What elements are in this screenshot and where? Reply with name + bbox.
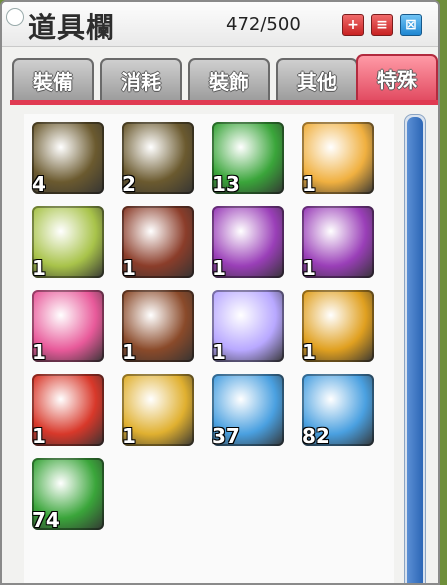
item-quantity: 1	[122, 424, 136, 448]
inventory-slot[interactable]: 1	[298, 202, 378, 282]
window-title: 道具欄	[28, 11, 116, 44]
item-quantity: 74	[32, 508, 60, 532]
grid-icon: ⊠	[405, 17, 417, 33]
inventory-slot[interactable]: 1	[298, 118, 378, 198]
inventory-slot[interactable]: 74	[28, 454, 108, 534]
item-quantity: 1	[122, 256, 136, 280]
item-quantity: 1	[302, 172, 316, 196]
item-quantity: 1	[302, 256, 316, 280]
title-bar[interactable]: 道具欄 472/500 + ≡ ⊠	[2, 2, 438, 47]
inventory-slot[interactable]: 1	[118, 202, 198, 282]
chat-bubble-icon	[6, 8, 24, 26]
item-quantity: 1	[32, 340, 46, 364]
plus-icon: +	[347, 17, 359, 33]
inventory-slot[interactable]: 4	[28, 118, 108, 198]
tab-consumable[interactable]: 消耗	[100, 58, 182, 100]
item-quantity: 13	[212, 172, 240, 196]
item-grid: 4 2 13 1 1 1 1 1 1 1 1 1 1 1 37 82 74	[24, 114, 394, 583]
item-quantity: 1	[122, 340, 136, 364]
item-quantity: 4	[32, 172, 46, 196]
tab-etc[interactable]: 其他	[276, 58, 358, 100]
item-quantity: 1	[212, 256, 226, 280]
inventory-slot[interactable]: 1	[28, 370, 108, 450]
inventory-slot[interactable]: 82	[298, 370, 378, 450]
inventory-slot[interactable]: 1	[208, 286, 288, 366]
scrollbar[interactable]	[404, 114, 426, 583]
inventory-slot[interactable]: 1	[298, 286, 378, 366]
item-count: 472/500	[226, 14, 301, 35]
tab-special[interactable]: 特殊	[356, 54, 438, 100]
inventory-slot[interactable]: 1	[208, 202, 288, 282]
inventory-slot[interactable]: 1	[28, 202, 108, 282]
item-quantity: 2	[122, 172, 136, 196]
item-quantity: 37	[212, 424, 240, 448]
inventory-slot[interactable]: 37	[208, 370, 288, 450]
inventory-slot[interactable]: 1	[28, 286, 108, 366]
tab-equipment[interactable]: 裝備	[12, 58, 94, 100]
item-quantity: 1	[32, 256, 46, 280]
grid-button[interactable]: ⊠	[400, 14, 422, 36]
inventory-slot[interactable]: 13	[208, 118, 288, 198]
plus-button[interactable]: +	[342, 14, 364, 36]
scrollbar-thumb[interactable]	[407, 117, 423, 583]
inventory-slot[interactable]: 1	[118, 370, 198, 450]
list-button[interactable]: ≡	[371, 14, 393, 36]
tab-setup[interactable]: 裝飾	[188, 58, 270, 100]
item-quantity: 1	[32, 424, 46, 448]
inventory-window: 道具欄 472/500 + ≡ ⊠ 裝備 消耗 裝飾 其他 特殊 4 2 13 1 1 1…	[0, 0, 440, 585]
item-quantity: 1	[302, 340, 316, 364]
category-tabs: 裝備 消耗 裝飾 其他 特殊	[12, 54, 438, 100]
list-icon: ≡	[376, 17, 388, 33]
tab-underline	[10, 100, 438, 105]
inventory-slot[interactable]: 1	[118, 286, 198, 366]
item-quantity: 1	[212, 340, 226, 364]
inventory-slot[interactable]: 2	[118, 118, 198, 198]
item-quantity: 82	[302, 424, 330, 448]
